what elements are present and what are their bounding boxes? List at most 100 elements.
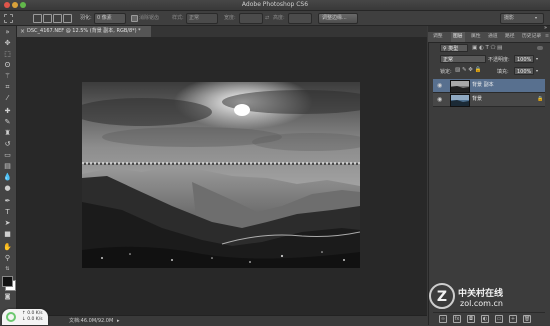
new-group-icon[interactable]: ▭ (495, 315, 503, 323)
layer-style-icon[interactable]: fx (453, 315, 461, 323)
shape-tool-icon[interactable]: ■ (3, 230, 12, 239)
subtract-selection-icon[interactable] (53, 14, 62, 23)
height-input[interactable] (288, 13, 312, 24)
eyedropper-tool-icon[interactable]: ⁄ (3, 94, 12, 103)
opacity-dropdown-icon[interactable]: ▾ (536, 56, 538, 61)
add-mask-icon[interactable]: ◘ (467, 315, 475, 323)
lock-label: 锁定: (440, 69, 452, 75)
history-brush-tool-icon[interactable]: ↺ (3, 140, 12, 149)
layer-row-background-copy[interactable]: ◉ 背景 副本 (433, 79, 545, 93)
window-minimize-button[interactable] (12, 2, 18, 8)
zol-watermark: Z 中关村在线 zol.com.cn (428, 282, 550, 312)
clone-stamp-tool-icon[interactable]: ♜ (3, 129, 12, 138)
blur-tool-icon[interactable]: 💧 (3, 173, 12, 182)
tab-paths[interactable]: 路径 (505, 32, 515, 42)
upload-speed: ↑ 0.0 K/s (22, 311, 43, 316)
app-title: Adobe Photoshop CS6 (241, 1, 309, 8)
panel-tabs: 调整 图层 属性 通道 路径 历史记录 ≡ (428, 32, 550, 43)
lasso-tool-icon[interactable]: ʘ (3, 61, 12, 70)
tools-panel: » ✥ ⬚ ʘ ⚚ ⌗ ⁄ ✚ ✎ ♜ ↺ ▭ ▤ 💧 ● ✒ T ➤ ■ ✋ … (0, 26, 17, 325)
document-tab-title: DSC_4167.NEF @ 12.5% (背景 副本, RGB/8*) * (27, 28, 141, 34)
link-layers-icon[interactable]: ∞ (439, 315, 447, 323)
marquee-tool-icon[interactable]: ⬚ (3, 50, 12, 59)
add-to-selection-icon[interactable] (43, 14, 52, 23)
filter-icons[interactable]: ▣ ◐ T ⬠ ▤ (472, 45, 502, 51)
document-tab[interactable]: × DSC_4167.NEF @ 12.5% (背景 副本, RGB/8*) * (17, 26, 152, 37)
marquee-tool-preset-icon[interactable] (4, 14, 13, 23)
layer-filter-select[interactable]: ⚲ 类型 (440, 44, 468, 52)
fill-label: 填充: (497, 69, 509, 75)
swap-icon[interactable]: ⇄ (265, 14, 269, 22)
zol-logo-letter: Z (437, 289, 447, 305)
watermark-brand: 中关村在线 (458, 289, 504, 299)
pen-tool-icon[interactable]: ✒ (3, 197, 12, 206)
tab-adjustments[interactable]: 调整 (433, 32, 443, 42)
document-image[interactable] (82, 82, 360, 268)
intersect-selection-icon[interactable] (63, 14, 72, 23)
delete-layer-icon[interactable]: 🗑 (523, 315, 531, 323)
quick-mask-icon[interactable]: ◙ (3, 292, 12, 301)
panel-menu-icon[interactable]: ≡ (545, 32, 549, 42)
new-selection-icon[interactable] (33, 14, 42, 23)
adjustment-layer-icon[interactable]: ◐ (481, 315, 489, 323)
layers-toolbar: ∞ fx ◘ ◐ ▭ + 🗑 (433, 312, 545, 324)
opacity-label: 不透明度: (488, 57, 510, 63)
antialias-label: 消除锯齿 (139, 15, 160, 21)
layer-thumbnail (450, 94, 470, 107)
zoom-tool-icon[interactable]: ⚲ (3, 254, 12, 263)
opacity-input[interactable]: 100% (514, 55, 534, 63)
lock-icons[interactable]: ▨ ✎ ✥ 🔒 (455, 67, 482, 73)
opacity-value: 100% (517, 57, 532, 63)
tab-layers[interactable]: 图层 (451, 32, 465, 42)
width-input[interactable] (239, 13, 263, 24)
tab-channels[interactable]: 通道 (488, 32, 498, 42)
new-layer-icon[interactable]: + (509, 315, 517, 323)
visibility-eye-icon[interactable]: ◉ (437, 96, 442, 103)
tab-properties[interactable]: 属性 (471, 32, 481, 42)
hand-tool-icon[interactable]: ✋ (3, 243, 12, 252)
foreground-color-swatch[interactable] (2, 276, 13, 287)
move-tool-icon[interactable]: ✥ (3, 39, 12, 48)
workspace-value: 摄影 (504, 15, 515, 21)
filter-search-icon: ⚲ (443, 46, 447, 52)
gradient-tool-icon[interactable]: ▤ (3, 162, 12, 171)
antialias-checkbox[interactable] (131, 15, 138, 22)
filter-kind: 类型 (448, 46, 459, 52)
brush-tool-icon[interactable]: ✎ (3, 118, 12, 127)
window-close-button[interactable] (4, 2, 10, 8)
network-speed-widget[interactable]: ↑ 0.0 K/s ↓ 0.0 K/s (2, 309, 48, 325)
dodge-tool-icon[interactable]: ● (3, 184, 12, 193)
title-bar: Adobe Photoshop CS6 (0, 0, 550, 11)
layer-thumbnail (450, 80, 470, 93)
feather-input[interactable]: 0 像素 (94, 13, 126, 24)
zol-logo: Z (429, 283, 455, 309)
layer-name: 背景 (472, 96, 483, 102)
layer-lock-icon: 🔒 (537, 96, 544, 102)
magic-wand-tool-icon[interactable]: ⚚ (3, 72, 12, 81)
height-label: 高度: (273, 15, 285, 21)
collapse-panels-icon[interactable]: » (544, 25, 547, 31)
workspace-select[interactable]: 摄影 ▾ (500, 13, 544, 24)
tab-history[interactable]: 历史记录 (522, 32, 541, 42)
visibility-eye-icon[interactable]: ◉ (437, 82, 442, 89)
blend-mode-select[interactable]: 正常 (440, 55, 486, 63)
fill-dropdown-icon[interactable]: ▾ (536, 68, 538, 73)
filter-toggle[interactable] (537, 46, 543, 50)
close-document-icon[interactable]: × (20, 26, 25, 37)
switch-colors-icon[interactable]: ⇅ (3, 265, 12, 274)
chevron-down-icon: ▾ (535, 15, 538, 20)
window-zoom-button[interactable] (20, 2, 26, 8)
layer-row-background[interactable]: ◉ 背景 🔒 (433, 93, 545, 107)
fill-input[interactable]: 100% (514, 67, 534, 75)
crop-tool-icon[interactable]: ⌗ (3, 83, 12, 92)
healing-brush-tool-icon[interactable]: ✚ (3, 107, 12, 116)
type-tool-icon[interactable]: T (3, 208, 12, 217)
collapse-tools-icon[interactable]: » (3, 28, 12, 37)
path-selection-tool-icon[interactable]: ➤ (3, 219, 12, 228)
style-select[interactable]: 正常 (186, 13, 218, 24)
options-bar: 羽化: 0 像素 消除锯齿 样式: 正常 宽度: ⇄ 高度: 调整边缘... 摄… (0, 11, 550, 26)
eraser-tool-icon[interactable]: ▭ (3, 151, 12, 160)
landscape-photo (82, 82, 360, 268)
network-ring-icon (6, 312, 16, 322)
refine-edge-button[interactable]: 调整边缘... (318, 13, 358, 24)
